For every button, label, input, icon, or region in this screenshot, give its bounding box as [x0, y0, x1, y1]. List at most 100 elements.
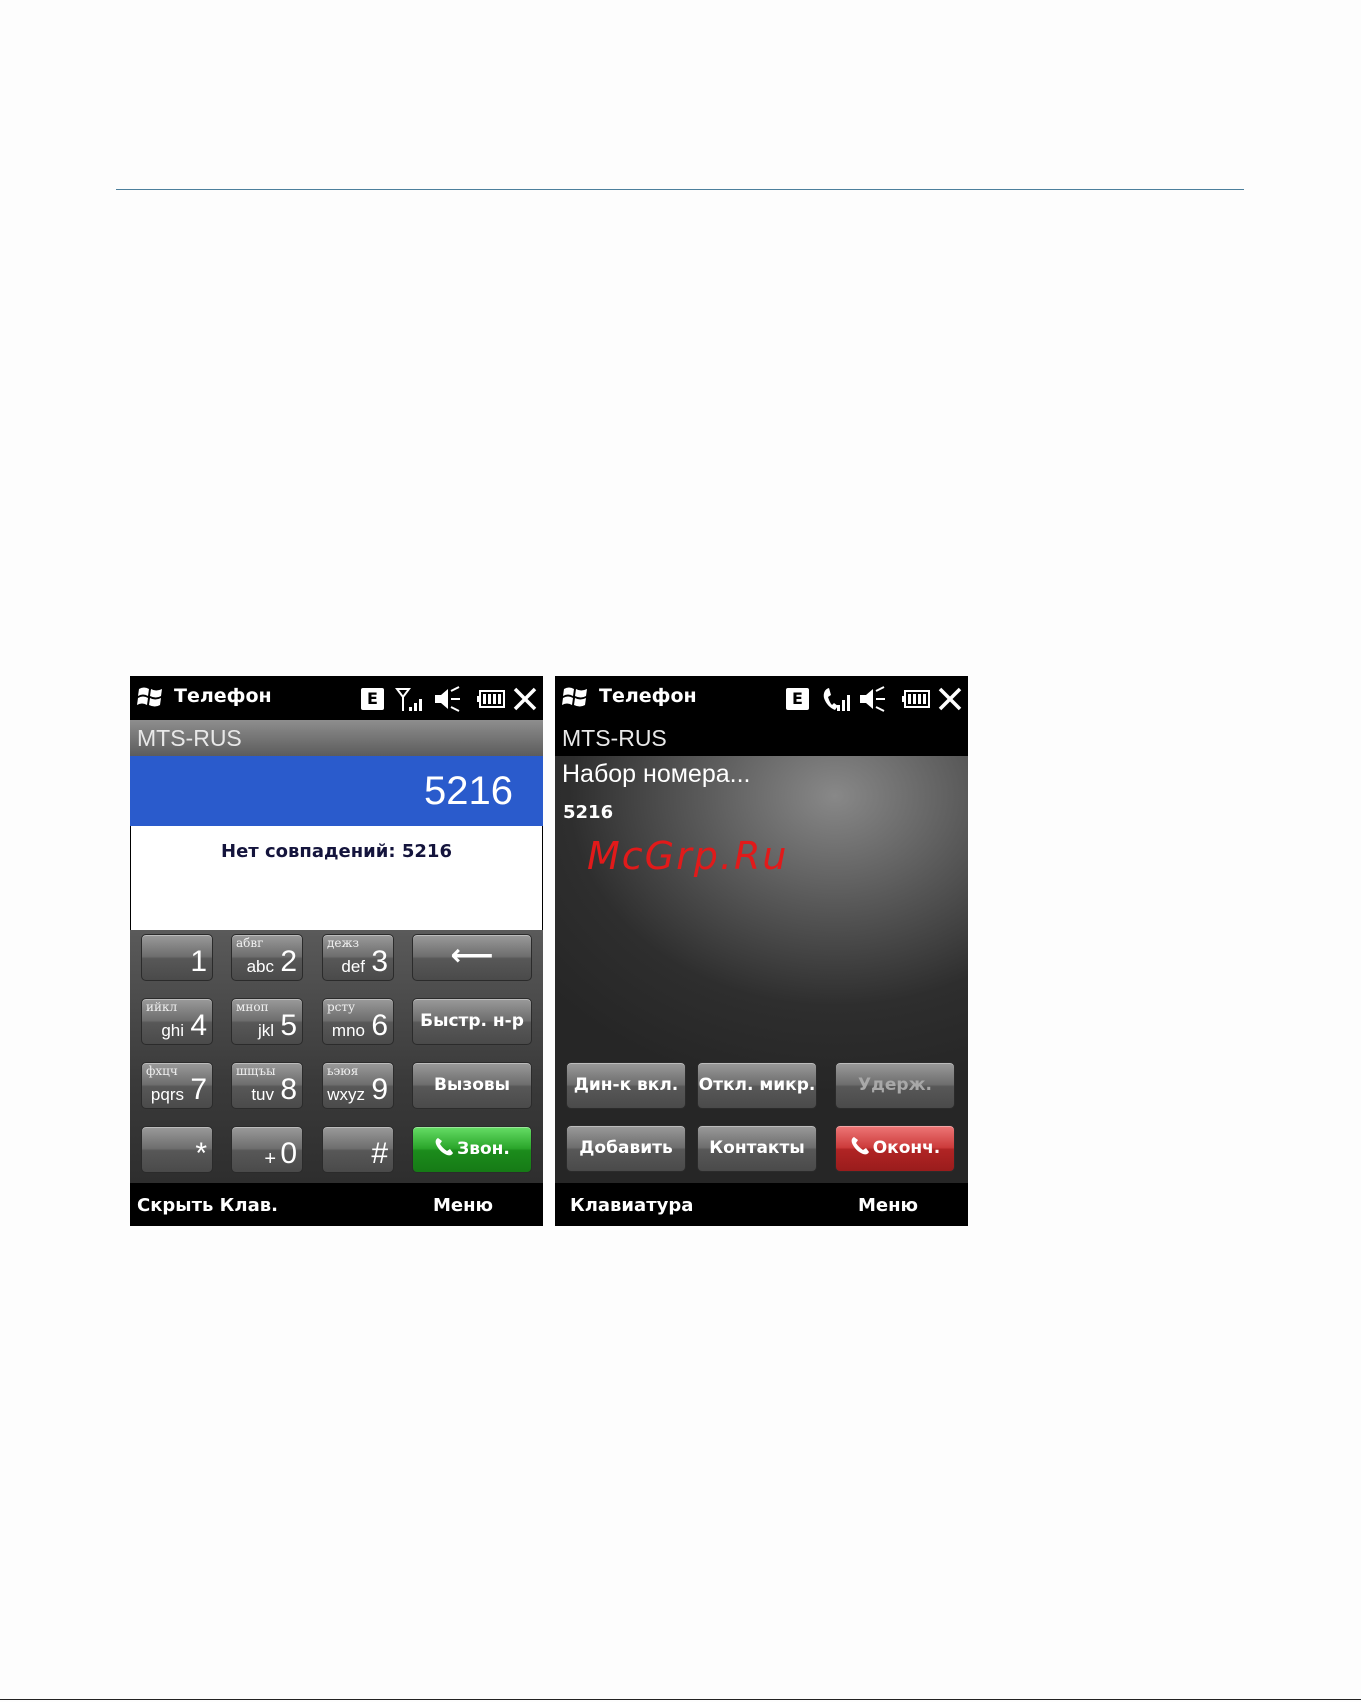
key-7[interactable]: фхцч pqrs 7	[141, 1062, 213, 1109]
phone-calling-screen: Телефон E MTS-RUS Набор номера... 5216 M…	[555, 676, 968, 1226]
speed-dial-label: Быстр. н-р	[420, 1011, 524, 1031]
key-cyrillic-letters: мноп	[236, 1000, 269, 1014]
mute-mic-label: Откл. микр.	[698, 1075, 816, 1095]
status-bar: Телефон E	[555, 676, 968, 720]
key-latin-letters: pqrs	[150, 1085, 184, 1104]
softkey-hide-keypad[interactable]: Скрыть Клав.	[137, 1195, 278, 1216]
key-9[interactable]: ьэюя wxyz 9	[322, 1062, 394, 1109]
no-match-message: Нет совпадений: 5216	[221, 841, 452, 862]
end-call-button[interactable]: Оконч.	[835, 1125, 955, 1172]
battery-icon[interactable]	[902, 690, 930, 708]
call-history-button[interactable]: Вызовы	[412, 1062, 532, 1109]
windows-start-icon[interactable]	[136, 684, 164, 710]
app-title[interactable]: Телефон	[174, 685, 272, 707]
key-latin-letters: wxyz	[327, 1085, 365, 1104]
key-cyrillic-letters: фхцч	[146, 1064, 178, 1078]
key-digit: 7	[190, 1073, 207, 1106]
key-latin-letters: tuv	[251, 1085, 274, 1104]
key-3[interactable]: дежз def 3	[322, 934, 394, 981]
edge-network-icon[interactable]: E	[361, 688, 384, 710]
key-0[interactable]: + 0	[231, 1126, 303, 1173]
call-background	[555, 756, 968, 1183]
volume-off-icon[interactable]	[432, 685, 462, 713]
key-digit: 6	[371, 1009, 388, 1042]
contacts-button[interactable]: Контакты	[697, 1125, 817, 1172]
softkey-menu[interactable]: Меню	[858, 1195, 918, 1216]
calling-number: 5216	[563, 802, 614, 823]
phone-dialer-screen: Телефон E MTS-RUS 5216 Нет совпадений: 5…	[130, 676, 543, 1226]
softkey-bar: Клавиатура Меню	[555, 1183, 968, 1226]
speaker-on-button[interactable]: Дин-к вкл.	[566, 1062, 686, 1109]
hold-label: Удерж.	[858, 1075, 932, 1095]
key-latin-letters: mno	[331, 1021, 365, 1040]
key-digit: 1	[190, 945, 207, 978]
key-plus-sign: +	[264, 1148, 276, 1170]
key-digit: *	[195, 1137, 207, 1170]
key-digit: 4	[190, 1009, 207, 1042]
close-icon[interactable]	[936, 685, 964, 713]
key-6[interactable]: рсту mno 6	[322, 998, 394, 1045]
watermark: McGrp.Ru	[587, 834, 789, 878]
key-latin-letters: abc	[246, 957, 274, 976]
talk-button[interactable]: Звон.	[412, 1126, 532, 1173]
softkey-menu[interactable]: Меню	[433, 1195, 493, 1216]
key-digit: 0	[280, 1137, 297, 1170]
signal-strength-icon[interactable]	[395, 685, 425, 713]
dialed-number-display[interactable]: 5216	[130, 756, 543, 826]
end-call-label: Оконч.	[872, 1138, 941, 1158]
call-status: Набор номера...	[562, 760, 751, 788]
speed-dial-button[interactable]: Быстр. н-р	[412, 998, 532, 1045]
carrier-name: MTS-RUS	[130, 720, 543, 756]
key-cyrillic-letters: ийкл	[146, 1000, 178, 1014]
key-cyrillic-letters: рсту	[327, 1000, 356, 1014]
windows-start-icon[interactable]	[561, 684, 589, 710]
header-rule	[116, 189, 1244, 190]
key-cyrillic-letters: дежз	[327, 936, 360, 950]
key-5[interactable]: мноп jkl 5	[231, 998, 303, 1045]
softkey-bar: Скрыть Клав. Меню	[130, 1183, 543, 1226]
key-digit: 2	[280, 945, 297, 978]
key-digit: 8	[280, 1073, 297, 1106]
status-bar: Телефон E	[130, 676, 543, 720]
end-call-content: Оконч.	[836, 1126, 954, 1171]
key-4[interactable]: ийкл ghi 4	[141, 998, 213, 1045]
key-star[interactable]: *	[141, 1126, 213, 1173]
key-digit: 9	[371, 1073, 388, 1106]
contact-match-area: Нет совпадений: 5216	[131, 826, 542, 930]
close-icon[interactable]	[511, 685, 539, 713]
edge-network-icon[interactable]: E	[786, 688, 809, 710]
volume-off-icon[interactable]	[857, 685, 887, 713]
speaker-on-label: Дин-к вкл.	[573, 1075, 679, 1095]
key-digit: #	[371, 1137, 388, 1170]
key-cyrillic-letters: абвг	[236, 936, 264, 950]
key-latin-letters: ghi	[161, 1021, 184, 1040]
add-call-button[interactable]: Добавить	[566, 1125, 686, 1172]
talk-button-content: Звон.	[413, 1127, 531, 1172]
key-digit: 5	[280, 1009, 297, 1042]
call-signal-icon[interactable]	[820, 685, 850, 713]
backspace-button[interactable]: ⟵	[412, 934, 532, 981]
key-hash[interactable]: #	[322, 1126, 394, 1173]
key-digit: 3	[371, 945, 388, 978]
talk-label: Звон.	[457, 1139, 510, 1159]
app-title[interactable]: Телефон	[599, 685, 697, 707]
key-cyrillic-letters: шщъы	[236, 1064, 276, 1078]
key-2[interactable]: абвг abc 2	[231, 934, 303, 981]
key-latin-letters: jkl	[257, 1021, 274, 1040]
battery-icon[interactable]	[477, 690, 505, 708]
call-history-label: Вызовы	[433, 1075, 511, 1095]
add-call-label: Добавить	[579, 1138, 673, 1158]
handset-icon	[851, 1137, 869, 1155]
backspace-icon: ⟵	[450, 938, 494, 973]
key-8[interactable]: шщъы tuv 8	[231, 1062, 303, 1109]
carrier-name: MTS-RUS	[562, 725, 667, 751]
key-latin-letters: def	[341, 957, 365, 976]
key-cyrillic-letters: ьэюя	[327, 1064, 359, 1078]
mute-mic-button[interactable]: Откл. микр.	[697, 1062, 817, 1109]
manual-page: Телефон E MTS-RUS 5216 Нет совпадений: 5…	[0, 0, 1361, 1702]
key-1[interactable]: 1	[141, 934, 213, 981]
contacts-label: Контакты	[709, 1138, 805, 1158]
handset-icon	[435, 1138, 454, 1156]
softkey-keypad[interactable]: Клавиатура	[570, 1195, 693, 1216]
hold-button[interactable]: Удерж.	[835, 1062, 955, 1109]
